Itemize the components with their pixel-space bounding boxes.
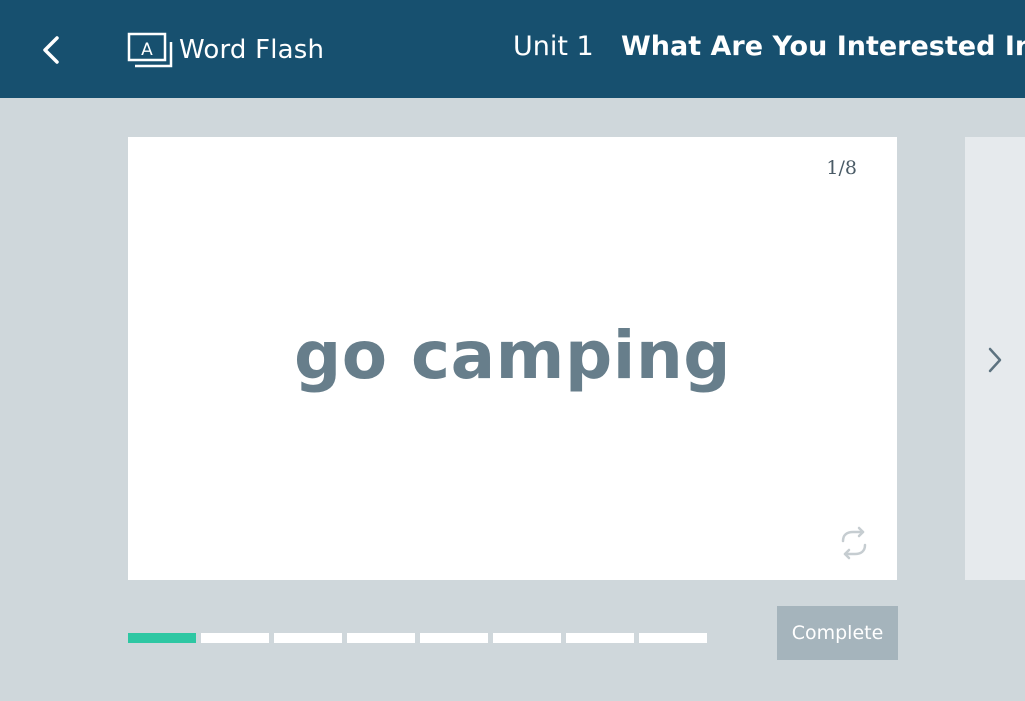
flash-card[interactable]: 1/8 go camping	[128, 137, 897, 580]
progress-segment	[274, 633, 342, 643]
progress-segment	[420, 633, 488, 643]
unit-label: Unit 1	[513, 31, 594, 62]
card-counter: 1/8	[826, 157, 857, 179]
progress-segment	[347, 633, 415, 643]
header-bar: A Word Flash Unit 1 What Are You Interes…	[0, 0, 1025, 98]
card-word: go camping	[293, 317, 732, 394]
progress-segment	[639, 633, 707, 643]
back-button[interactable]	[30, 28, 70, 72]
app-title: A Word Flash	[127, 30, 324, 70]
app-title-label: Word Flash	[179, 35, 325, 65]
chevron-left-icon	[43, 36, 59, 64]
progress-segment	[493, 633, 561, 643]
flip-arrows-icon	[841, 526, 867, 560]
progress-segment	[201, 633, 269, 643]
svg-text:A: A	[141, 40, 153, 60]
progress-bar	[128, 633, 707, 643]
complete-button[interactable]: Complete	[777, 606, 898, 660]
progress-segment	[566, 633, 634, 643]
lesson-title: What Are You Interested In?	[621, 31, 1025, 62]
next-button[interactable]	[980, 340, 1010, 380]
progress-segment	[128, 633, 196, 643]
chevron-right-icon	[988, 347, 1002, 373]
word-flash-icon: A	[127, 32, 173, 68]
flip-button[interactable]	[837, 526, 871, 560]
